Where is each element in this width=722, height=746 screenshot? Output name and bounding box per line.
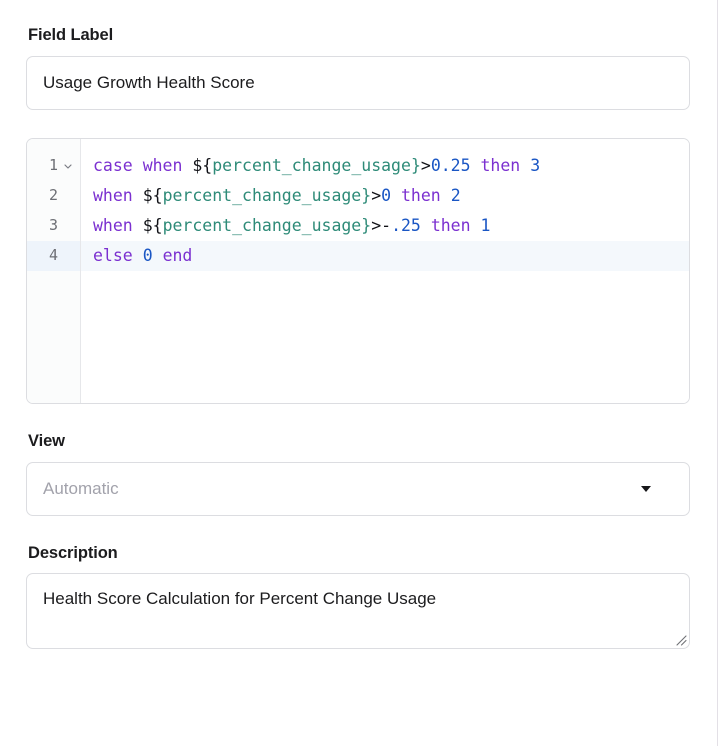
line-number: 2 [49,188,58,203]
code-token-ref: } [361,181,371,211]
code-token-op: >- [371,211,391,241]
code-line-active[interactable]: else 0 end [81,241,689,271]
code-token-kw: else [93,241,133,271]
code-token-num: 0 [143,241,153,271]
code-token-punc [520,151,530,181]
code-token-num: 3 [530,151,540,181]
description-textarea-wrap [26,573,690,649]
editor-gutter: 1 2 3 4 [27,139,81,403]
code-line[interactable]: when ${percent_change_usage}>-.25 then 1 [81,211,689,241]
code-token-punc: ${ [143,211,163,241]
code-token-punc [471,211,481,241]
code-token-num: 2 [451,181,461,211]
view-group: View Automatic [26,432,690,516]
code-token-punc [421,211,431,241]
line-number: 1 [49,158,58,173]
code-token-ref: percent_change_usage [212,151,411,181]
code-token-num: .25 [391,211,421,241]
code-token-kw: when [93,181,133,211]
field-label-heading: Field Label [28,26,690,46]
panel-right-divider [717,0,718,746]
code-token-kw: end [163,241,193,271]
view-select-wrap: Automatic [26,462,690,516]
code-token-punc: ${ [143,181,163,211]
code-token-op: > [371,181,381,211]
code-token-kw: then [401,181,441,211]
code-token-punc [133,181,143,211]
line-number: 4 [49,248,58,263]
line-number: 3 [49,218,58,233]
code-token-punc [182,151,192,181]
spacer [26,516,690,544]
code-line[interactable]: when ${percent_change_usage}>0 then 2 [81,181,689,211]
view-select-value: Automatic [43,479,641,499]
code-token-punc [471,151,481,181]
editor-code-area[interactable]: case when ${percent_change_usage}>0.25 t… [81,139,689,403]
field-label-input[interactable] [26,56,690,110]
code-token-num: 0.25 [431,151,471,181]
code-token-kw: when [93,211,133,241]
code-token-kw: when [143,151,183,181]
code-token-kw: then [431,211,471,241]
code-line[interactable]: case when ${percent_change_usage}>0.25 t… [81,151,689,181]
code-token-num: 0 [381,181,391,211]
code-token-punc [133,241,143,271]
code-token-op: > [421,151,431,181]
gutter-row: 2 [27,181,80,211]
fold-chevron-down-icon[interactable] [62,161,74,171]
field-label-group: Field Label [26,26,690,110]
description-group: Description [26,544,690,650]
code-token-ref: } [411,151,421,181]
view-select[interactable]: Automatic [26,462,690,516]
field-editor-form: Field Label 1 2 3 [0,0,722,649]
sql-code-editor[interactable]: 1 2 3 4 [26,138,690,404]
code-token-punc [133,211,143,241]
code-token-ref: percent_change_usage [163,211,362,241]
code-token-punc [391,181,401,211]
code-token-kw: case [93,151,133,181]
description-heading: Description [28,544,690,564]
code-token-punc [133,151,143,181]
code-token-punc [441,181,451,211]
field-editor-panel: Field Label 1 2 3 [0,0,722,746]
gutter-row: 1 [27,151,80,181]
gutter-row: 3 [27,211,80,241]
code-token-num: 1 [481,211,491,241]
chevron-down-icon [641,486,651,492]
description-textarea[interactable] [26,573,690,649]
view-heading: View [28,432,690,452]
gutter-row-active: 4 [27,241,80,271]
code-token-punc: ${ [192,151,212,181]
code-token-ref: percent_change_usage [163,181,362,211]
code-token-ref: } [361,211,371,241]
code-token-punc [153,241,163,271]
code-token-kw: then [481,151,521,181]
